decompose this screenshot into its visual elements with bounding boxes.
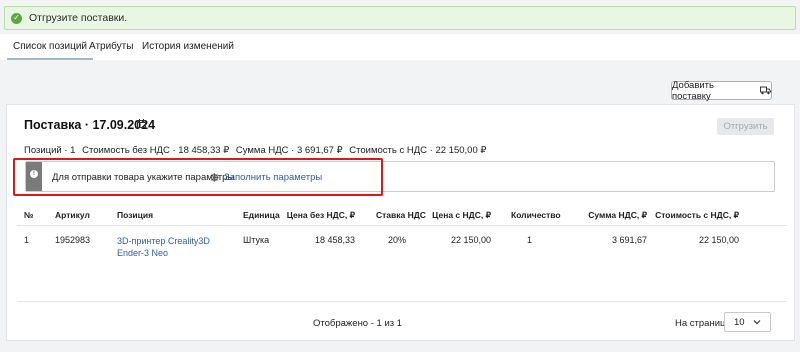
per-page-select[interactable]: 10 [724, 312, 771, 332]
highlight-frame [13, 158, 383, 196]
cell-quantity: 1 [527, 235, 533, 245]
tab-bar: Список позиций Атрибуты История изменени… [0, 34, 800, 60]
truck-icon [760, 86, 771, 95]
header-cost-with-vat: Стоимость с НДС, ₽ [655, 210, 739, 220]
header-quantity: Количество [511, 210, 561, 220]
cell-vat-rate: 20% [388, 235, 407, 245]
header-divider [17, 225, 787, 226]
delivery-title: Поставка · 17.09.2024 [24, 118, 156, 132]
table-bottom-divider [17, 301, 787, 302]
cell-num: 1 [24, 235, 30, 245]
ship-button[interactable]: Отгрузить [717, 118, 774, 135]
delivery-summary: Позиций · 1 Стоимость без НДС · 18 458,3… [24, 145, 490, 156]
calendar-icon[interactable] [137, 119, 146, 128]
summary-positions: Позиций · 1 [24, 145, 76, 156]
per-page-value: 10 [734, 316, 745, 328]
pagination-status: Отображено - 1 из 1 [313, 318, 403, 329]
summary-cost-with-vat: Стоимость с НДС · 22 150,00 ₽ [349, 145, 487, 156]
header-article: Артикул [55, 210, 90, 220]
cell-position-link[interactable]: 3D-принтер Creality3D Ender-3 Neo [117, 235, 227, 259]
tab-history[interactable]: История изменений [142, 34, 234, 60]
per-page-label: На странице [675, 318, 731, 329]
cell-cost-with-vat: 22 150,00 [698, 235, 739, 245]
header-price-no-vat: Цена без НДС, ₽ [286, 210, 355, 220]
tab-positions[interactable]: Список позиций [7, 34, 93, 60]
check-circle-icon: ✓ [11, 12, 22, 24]
summary-cost-no-vat: Стоимость без НДС · 18 458,33 ₽ [82, 145, 230, 156]
header-vat-sum: Сумма НДС, ₽ [588, 210, 647, 220]
cell-vat-sum: 3 691,67 [611, 235, 647, 245]
chevron-down-icon [753, 320, 761, 325]
header-num: № [24, 210, 34, 220]
summary-vat-sum: Сумма НДС · 3 691,67 ₽ [235, 145, 343, 156]
cell-article: 1952983 [55, 235, 91, 245]
cell-price-no-vat: 18 458,33 [314, 235, 355, 245]
tab-attributes[interactable]: Атрибуты [89, 34, 133, 60]
header-position: Позиция [117, 210, 154, 220]
cell-price-with-vat: 22 150,00 [450, 235, 491, 245]
delivery-card: Поставка · 17.09.2024 Отгрузить Позиций … [6, 104, 795, 341]
alert-text: Отгрузите поставки. [29, 12, 128, 24]
add-delivery-button[interactable]: Добавить поставку [671, 79, 772, 102]
header-price-with-vat: Цена с НДС, ₽ [432, 210, 491, 220]
add-delivery-label: Добавить поставку [672, 79, 714, 102]
cell-unit: Штука [243, 235, 270, 245]
success-alert: ✓ Отгрузите поставки. [4, 6, 796, 30]
header-vat-rate: Ставка НДС [376, 210, 426, 220]
header-unit: Единица [243, 210, 280, 220]
